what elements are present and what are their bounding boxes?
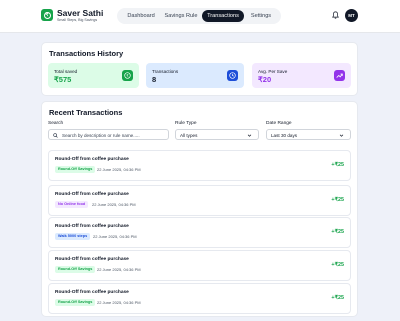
brand-tagline: Small Steps, Big Savings [57, 18, 98, 22]
rule-tag: Round-Off Savings [55, 299, 96, 306]
avatar[interactable]: MT [345, 9, 358, 22]
stat-total-saved: Total saved ₹575 ₹ [48, 63, 139, 88]
date-range-select[interactable]: Last 30 days [266, 129, 351, 140]
date-range-value: Last 30 days [271, 132, 298, 138]
transaction-row[interactable]: Round-Off from coffee purchase No Online… [48, 185, 351, 216]
stat-label: Transactions [152, 69, 179, 74]
tab-savings-rule[interactable]: Savings Rule [161, 10, 201, 22]
bell-icon[interactable] [332, 11, 339, 19]
transaction-title: Round-Off from coffee purchase [55, 157, 129, 162]
transaction-row[interactable]: Round-Off from coffee purchase Round-Off… [48, 250, 351, 281]
rule-tag: Round-Off Savings [55, 166, 96, 173]
chevron-down-icon [247, 134, 252, 137]
transaction-date: 22 June 2025, 04:36 PM [97, 300, 141, 305]
transaction-date: 22 June 2025, 04:36 PM [92, 202, 136, 207]
top-bar: ₹ Saver Sathi Small Steps, Big Savings D… [0, 0, 400, 33]
transaction-title: Round-Off from coffee purchase [55, 224, 129, 229]
trend-up-icon [334, 70, 345, 81]
rupee-coin-icon: ₹ [41, 9, 53, 21]
rule-type-select[interactable]: All types [175, 129, 259, 140]
recent-title: Recent Transactions [49, 108, 123, 117]
svg-text:₹: ₹ [126, 73, 129, 78]
search-label: Search [48, 121, 64, 126]
transaction-title: Round-Off from coffee purchase [55, 257, 129, 262]
history-title: Transactions History [49, 49, 124, 58]
tab-transactions[interactable]: Transactions [202, 10, 244, 22]
search-icon [53, 132, 58, 138]
tab-settings[interactable]: Settings [245, 10, 277, 22]
main-nav: Dashboard Savings Rule Transactions Sett… [117, 8, 281, 24]
search-placeholder: Search by description or rule name..... [62, 132, 140, 138]
transaction-date: 22 June 2025, 04:36 PM [97, 267, 141, 272]
transaction-amount: +₹25 [331, 262, 344, 268]
clock-icon [227, 70, 238, 81]
stat-value: ₹20 [258, 75, 272, 84]
transaction-title: Round-Off from coffee purchase [55, 192, 129, 197]
brand-name: Saver Sathi [57, 8, 104, 18]
stat-transactions: Transactions 8 [146, 63, 244, 88]
transaction-date: 22 June 2025, 04:36 PM [97, 167, 141, 172]
transaction-date: 22 June 2025, 04:36 PM [93, 234, 137, 239]
stat-value: 8 [152, 75, 157, 84]
tab-dashboard[interactable]: Dashboard [121, 10, 161, 22]
transaction-title: Round-Off from coffee purchase [55, 290, 129, 295]
chevron-down-icon [339, 134, 344, 137]
stat-value: ₹575 [54, 75, 72, 84]
transaction-amount: +₹25 [331, 162, 344, 168]
rule-tag: Walk 5000 steps [55, 233, 91, 240]
rule-tag: Round-Off Savings [55, 266, 96, 273]
transaction-amount: +₹25 [331, 295, 344, 301]
rule-type-label: Rule Type [175, 121, 197, 126]
transaction-row[interactable]: Round-Off from coffee purchase Round-Off… [48, 283, 351, 314]
rule-tag: No Online food [55, 201, 89, 208]
transaction-amount: +₹25 [331, 197, 344, 203]
transaction-amount: +₹25 [331, 229, 344, 235]
rupee-icon: ₹ [122, 70, 133, 81]
stat-label: Avg. Per Save [258, 69, 288, 74]
transaction-row[interactable]: Round-Off from coffee purchase Walk 5000… [48, 217, 351, 248]
date-range-label: Date Range [266, 121, 292, 126]
stat-label: Total saved [54, 69, 78, 74]
rule-type-value: All types [180, 132, 198, 138]
stat-avg-per-save: Avg. Per Save ₹20 [252, 63, 351, 88]
search-input[interactable]: Search by description or rule name..... [48, 129, 169, 140]
transaction-row[interactable]: Round-Off from coffee purchase Round-Off… [48, 150, 351, 181]
